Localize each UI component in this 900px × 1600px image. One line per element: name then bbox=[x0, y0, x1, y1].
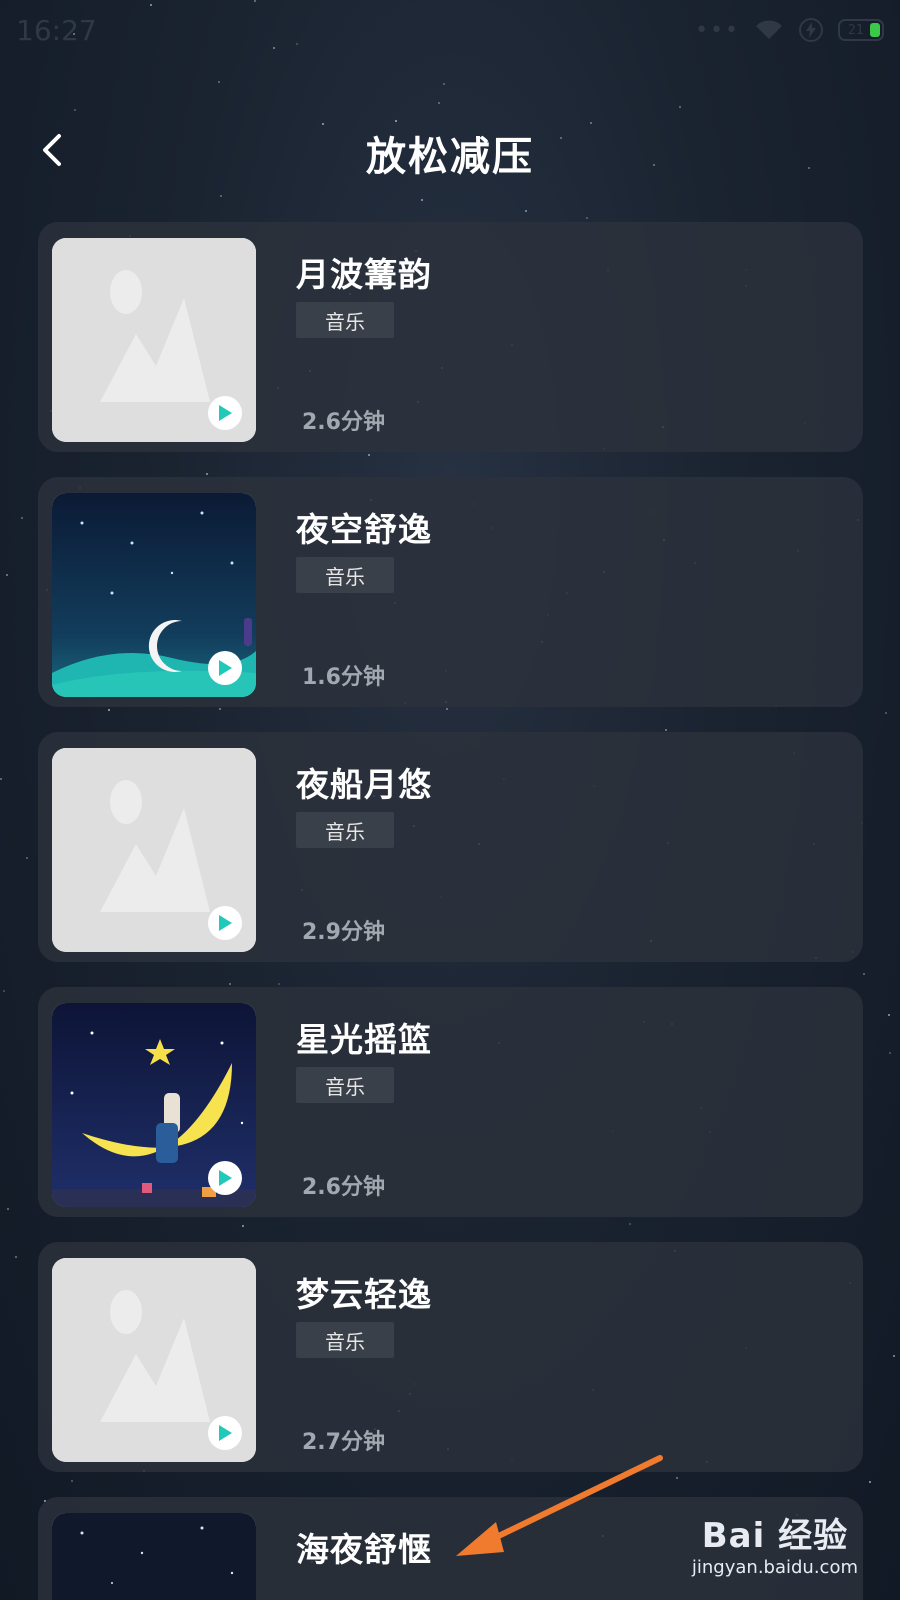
status-icons: ••• 21 bbox=[695, 17, 884, 43]
star-dot bbox=[3, 990, 5, 992]
star-dot bbox=[586, 217, 588, 219]
wifi-icon bbox=[756, 20, 782, 39]
thumbnail-placeholder bbox=[52, 1258, 256, 1462]
star-dot bbox=[242, 1225, 244, 1227]
star-dot bbox=[108, 709, 110, 711]
battery-fill bbox=[870, 23, 880, 37]
thumbnail-placeholder bbox=[52, 238, 256, 442]
star-dot bbox=[446, 708, 448, 710]
star-dot bbox=[278, 983, 280, 985]
star-dot bbox=[679, 106, 681, 108]
thumbnail-night-sea bbox=[52, 1513, 256, 1600]
item-title: 夜空舒逸 bbox=[296, 510, 432, 549]
duration-label: 1.6分钟 bbox=[302, 665, 385, 690]
star-dot bbox=[869, 1481, 871, 1483]
night-sea-image bbox=[52, 1513, 256, 1600]
category-tag: 音乐 bbox=[296, 302, 394, 338]
play-icon[interactable] bbox=[208, 906, 242, 940]
star-dot bbox=[893, 1355, 895, 1357]
star-dot bbox=[26, 857, 28, 859]
status-bar: 16:27 ••• 21 bbox=[0, 0, 900, 60]
star-dot bbox=[219, 708, 221, 710]
star-dot bbox=[443, 83, 445, 85]
thumbnail-night-sky bbox=[52, 493, 256, 697]
star-dot bbox=[7, 1208, 9, 1210]
status-time: 16:27 bbox=[16, 13, 97, 47]
star-dot bbox=[21, 517, 23, 519]
star-dot bbox=[229, 983, 231, 985]
baidu-watermark: Bai 经验 jingyan.baidu.com bbox=[692, 1508, 858, 1578]
battery-level: 21 bbox=[848, 22, 864, 38]
item-title: 夜船月悠 bbox=[296, 765, 432, 804]
category-tag: 音乐 bbox=[296, 1067, 394, 1103]
thumbnail-crescent-moon bbox=[52, 1003, 256, 1207]
category-tag: 音乐 bbox=[296, 1322, 394, 1358]
list-item[interactable]: 夜船月悠 音乐 2.9分钟 bbox=[38, 732, 863, 962]
page-title: 放松减压 bbox=[366, 134, 534, 180]
star-dot bbox=[368, 454, 370, 456]
duration-label: 2.6分钟 bbox=[302, 410, 385, 435]
star-dot bbox=[206, 473, 208, 475]
watermark-url: jingyan.baidu.com bbox=[691, 1557, 858, 1578]
duration-label: 2.7分钟 bbox=[302, 1430, 385, 1455]
star-dot bbox=[676, 1477, 678, 1479]
star-dot bbox=[665, 729, 667, 731]
battery-icon: 21 bbox=[838, 19, 884, 41]
list-item[interactable]: 梦云轻逸 音乐 2.7分钟 bbox=[38, 1242, 863, 1472]
list-item[interactable]: 月波篝韵 音乐 2.6分钟 bbox=[38, 222, 863, 452]
category-tag: 音乐 bbox=[296, 812, 394, 848]
item-title: 梦云轻逸 bbox=[296, 1275, 432, 1314]
star-dot bbox=[889, 1052, 891, 1054]
star-dot bbox=[863, 973, 865, 975]
star-dot bbox=[6, 574, 8, 576]
star-dot bbox=[888, 1014, 890, 1016]
watermark-logo: Bai 经验 bbox=[701, 1516, 849, 1556]
charging-icon bbox=[799, 18, 823, 42]
star-dot bbox=[629, 1223, 631, 1225]
star-dot bbox=[525, 210, 527, 212]
play-icon[interactable] bbox=[208, 1416, 242, 1450]
item-title: 月波篝韵 bbox=[296, 255, 432, 294]
play-icon[interactable] bbox=[208, 1161, 242, 1195]
star-dot bbox=[885, 712, 887, 714]
star-dot bbox=[15, 1256, 17, 1258]
item-title: 海夜舒惬 bbox=[296, 1530, 432, 1569]
star-dot bbox=[71, 1480, 73, 1482]
list-item[interactable]: 夜空舒逸 音乐 1.6分钟 bbox=[38, 477, 863, 707]
play-icon[interactable] bbox=[208, 651, 242, 685]
item-title: 星光摇篮 bbox=[296, 1020, 432, 1059]
play-icon[interactable] bbox=[208, 396, 242, 430]
category-tag: 音乐 bbox=[296, 557, 394, 593]
star-dot bbox=[0, 778, 2, 780]
duration-label: 2.6分钟 bbox=[302, 1175, 385, 1200]
annotation-arrow-icon bbox=[456, 1455, 663, 1556]
star-dot bbox=[438, 102, 440, 104]
list-item[interactable]: 星光摇篮 音乐 2.6分钟 bbox=[38, 987, 863, 1217]
star-dot bbox=[218, 81, 220, 83]
header: 放松减压 bbox=[0, 110, 900, 190]
signal-dots-icon: ••• bbox=[695, 17, 740, 43]
star-dot bbox=[220, 195, 222, 197]
thumbnail-placeholder bbox=[52, 748, 256, 952]
duration-label: 2.9分钟 bbox=[302, 920, 385, 945]
star-dot bbox=[421, 199, 423, 201]
